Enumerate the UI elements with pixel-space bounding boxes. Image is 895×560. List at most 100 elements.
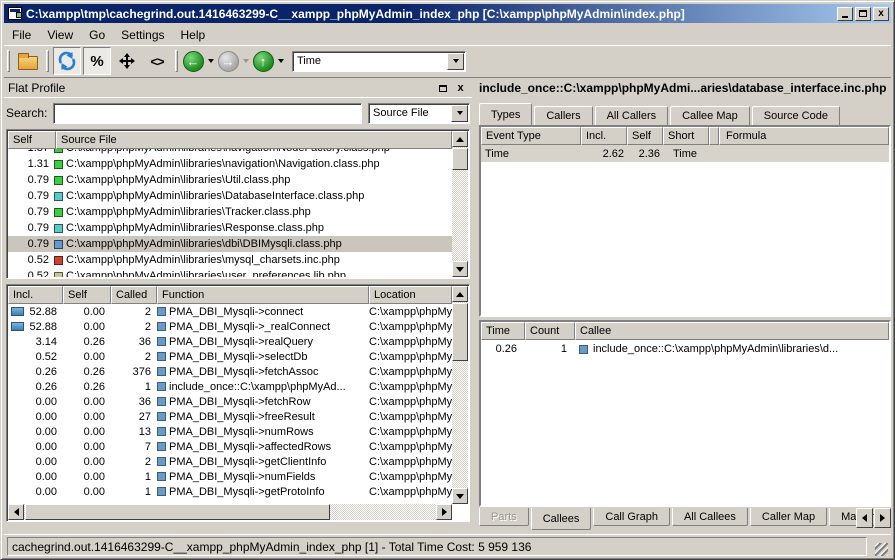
dock-close-button[interactable]: x <box>453 81 468 95</box>
column-header-called[interactable]: Called <box>111 286 157 304</box>
scroll-thumb[interactable] <box>25 504 330 520</box>
table-row[interactable]: 0.79 C:\xampp\phpMyAdmin\libraries\Util.… <box>8 172 452 188</box>
table-row[interactable]: 0.00 0.00 27 PMA_DBI_Mysqli->freeResult … <box>8 409 452 424</box>
minimize-button[interactable] <box>837 7 853 21</box>
table-row[interactable]: 0.26 0.26 1 include_once::C:\xampp\phpMy… <box>8 379 452 394</box>
column-header-incl[interactable]: Incl. <box>8 286 63 304</box>
column-header-count[interactable]: Count <box>525 322 575 340</box>
reload-button[interactable] <box>53 47 81 75</box>
tab[interactable]: Callee Map <box>670 106 750 125</box>
scroll-up-button[interactable] <box>452 131 468 147</box>
tab[interactable]: All Callers <box>595 106 669 125</box>
tab[interactable]: Types <box>479 103 532 125</box>
table-row[interactable]: 0.52 C:\xampp\phpMyAdmin\libraries\user_… <box>8 268 452 277</box>
shorten-templates-button[interactable]: <> <box>143 47 171 75</box>
vertical-scrollbar[interactable] <box>452 286 468 504</box>
scroll-right-button[interactable] <box>436 504 452 520</box>
scroll-thumb[interactable] <box>452 148 468 170</box>
dock-title-bar[interactable]: Flat Profile x <box>4 79 472 98</box>
scroll-down-button[interactable] <box>452 261 468 277</box>
table-row[interactable]: 52.88 0.00 2 PMA_DBI_Mysqli->_realConnec… <box>8 319 452 334</box>
forward-button[interactable]: → <box>217 47 239 75</box>
column-header-function[interactable]: Function <box>157 286 369 304</box>
table-row[interactable]: 52.88 0.00 2 PMA_DBI_Mysqli->connect C:\… <box>8 304 452 319</box>
arrow-down-icon <box>456 267 464 272</box>
dock-float-button[interactable] <box>435 81 450 95</box>
table-row[interactable]: 0.00 0.00 2 PMA_DBI_Mysqli->getClientInf… <box>8 454 452 469</box>
forward-dropdown[interactable] <box>240 47 251 75</box>
tab[interactable]: All Callees <box>672 508 748 526</box>
close-button[interactable]: x <box>873 7 889 21</box>
table-row[interactable]: 0.00 0.00 1 PMA_DBI_Mysqli->numFields C:… <box>8 469 452 484</box>
tab[interactable]: Callees <box>531 508 592 530</box>
tabs-scroll-right-button[interactable] <box>874 508 891 528</box>
open-file-button[interactable] <box>14 47 42 75</box>
table-row[interactable]: 0.00 0.00 7 PMA_DBI_Mysqli->affectedRows… <box>8 439 452 454</box>
self-cost-cell: 0.79 <box>8 222 54 234</box>
toolbar-handle[interactable] <box>175 50 178 72</box>
vertical-scrollbar[interactable] <box>452 131 468 277</box>
table-row[interactable]: 0.79 C:\xampp\phpMyAdmin\libraries\Track… <box>8 204 452 220</box>
horizontal-scrollbar[interactable] <box>8 504 452 520</box>
column-header-time[interactable]: Time <box>481 322 525 340</box>
combo-drop-button[interactable] <box>451 105 468 122</box>
scroll-up-button[interactable] <box>452 286 468 302</box>
table-row[interactable]: 0.79 C:\xampp\phpMyAdmin\libraries\Datab… <box>8 188 452 204</box>
toolbar-handle[interactable] <box>7 50 10 72</box>
column-header-short[interactable]: Short <box>663 127 709 145</box>
scroll-left-button[interactable] <box>8 504 24 520</box>
table-row[interactable]: 0.00 0.00 36 PMA_DBI_Mysqli->fetchRow C:… <box>8 394 452 409</box>
scroll-thumb[interactable] <box>452 303 468 361</box>
table-row[interactable]: 0.52 0.00 2 PMA_DBI_Mysqli->selectDb C:\… <box>8 349 452 364</box>
menu-item[interactable]: Settings <box>113 26 172 44</box>
menu-item[interactable]: View <box>39 26 81 44</box>
table-row[interactable]: 0.00 0.00 1 PMA_DBI_Mysqli->getProtoInfo… <box>8 484 452 499</box>
self-cost-cell: 0.00 <box>63 396 111 408</box>
column-header-callee[interactable]: Callee <box>575 322 889 340</box>
tab[interactable]: Callers <box>534 106 592 125</box>
table-row[interactable]: 1.31 C:\xampp\phpMyAdmin\libraries\navig… <box>8 156 452 172</box>
relative-percent-button[interactable]: % <box>83 47 111 75</box>
column-header-self[interactable]: Self <box>63 286 111 304</box>
up-dropdown[interactable] <box>275 47 286 75</box>
table-row[interactable]: 1.37 C:\xampp\phpMyAdmin\libraries\navig… <box>8 149 452 156</box>
column-header-formula[interactable]: Formula <box>719 127 889 145</box>
tab[interactable]: Call Graph <box>593 508 670 526</box>
up-button[interactable]: ↑ <box>252 47 274 75</box>
file-path-cell: C:\xampp\phpMyAdmin\libraries\mysql_char… <box>66 254 452 266</box>
resize-grip[interactable] <box>875 543 888 556</box>
scroll-down-button[interactable] <box>452 488 468 504</box>
cycle-detection-button[interactable] <box>113 47 141 75</box>
tab[interactable]: Parts <box>479 508 529 526</box>
column-header-event-type[interactable]: Event Type <box>481 127 581 145</box>
table-row[interactable]: Time 2.62 2.36 Time <box>481 145 889 162</box>
column-header-self[interactable]: Self <box>627 127 663 145</box>
menu-item[interactable]: File <box>4 26 39 44</box>
table-row[interactable]: 0.79 C:\xampp\phpMyAdmin\libraries\dbi\D… <box>8 236 452 252</box>
column-header-source-file[interactable]: Source File <box>56 131 452 149</box>
search-input[interactable] <box>53 103 362 124</box>
table-row[interactable]: 3.14 0.26 36 PMA_DBI_Mysqli->realQuery C… <box>8 334 452 349</box>
toolbar-handle[interactable] <box>46 50 49 72</box>
group-by-selector[interactable]: Source File <box>368 103 470 124</box>
menu-item[interactable]: Help <box>173 26 214 44</box>
combo-drop-button[interactable] <box>447 53 464 70</box>
column-header-incl[interactable]: Incl. <box>581 127 627 145</box>
self-cost-cell: 0.00 <box>63 351 111 363</box>
function-name-cell: include_once::C:\xampp\phpMyAd... <box>157 381 369 393</box>
table-row[interactable]: 0.52 C:\xampp\phpMyAdmin\libraries\mysql… <box>8 252 452 268</box>
event-type-selector[interactable]: Time <box>292 51 466 72</box>
tab[interactable]: Source Code <box>752 106 840 125</box>
back-button[interactable]: ← <box>182 47 204 75</box>
table-row[interactable]: 0.26 0.26 376 PMA_DBI_Mysqli->fetchAssoc… <box>8 364 452 379</box>
column-header-location[interactable]: Location <box>369 286 452 304</box>
tab[interactable]: Caller Map <box>750 508 827 526</box>
table-row[interactable]: 0.00 0.00 13 PMA_DBI_Mysqli->numRows C:\… <box>8 424 452 439</box>
tabs-scroll-left-button[interactable] <box>856 508 873 528</box>
column-header-self[interactable]: Self <box>8 131 56 149</box>
menu-item[interactable]: Go <box>81 26 113 44</box>
table-row[interactable]: 0.26 1 include_once::C:\xampp\phpMyAdmin… <box>481 340 889 358</box>
table-row[interactable]: 0.79 C:\xampp\phpMyAdmin\libraries\Respo… <box>8 220 452 236</box>
back-dropdown[interactable] <box>205 47 216 75</box>
maximize-button[interactable] <box>855 7 871 21</box>
